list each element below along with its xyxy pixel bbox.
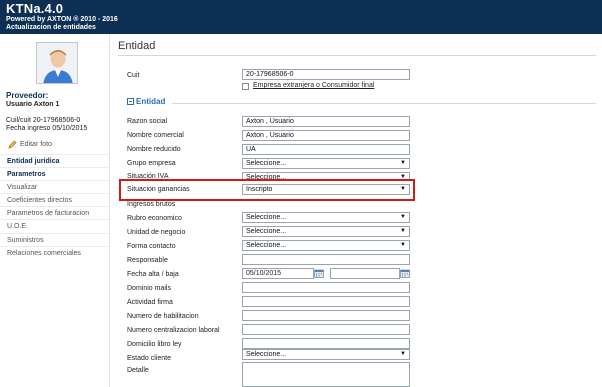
estado-cliente-select[interactable]: Seleccione...: [242, 349, 410, 360]
sidebar-item-suministros[interactable]: Suministros: [0, 232, 109, 246]
extranjera-checkbox[interactable]: [242, 83, 249, 90]
top-header: KTNa.4.0 Powered by AXTON ® 2010 - 2016 …: [0, 0, 602, 34]
calendar-icon[interactable]: [400, 269, 410, 278]
responsable-input[interactable]: [242, 254, 410, 265]
numero-centralizacion-label: Numero centralizacion laboral: [127, 327, 220, 334]
situacion-ganancias-label: Situacion ganancias: [127, 186, 190, 193]
calendar-icon[interactable]: [314, 269, 324, 278]
nombre-reducido-label: Nombre reducido: [127, 146, 181, 153]
dominio-mails-label: Dominio mails: [127, 285, 171, 292]
page-subtitle: Actualizacion de entidades: [6, 24, 96, 31]
pencil-icon: [8, 140, 17, 149]
provider-user-name: Usuario Axton 1: [6, 101, 60, 108]
title-divider: [118, 55, 596, 56]
fecha-baja-input[interactable]: [330, 268, 400, 279]
provider-label: Proveedor:: [6, 91, 49, 100]
sidebar-item-entidad-juridica[interactable]: Entidad juridica: [0, 154, 109, 167]
fecha-alta-input[interactable]: 05/10/2015: [242, 268, 314, 279]
sidebar-nav: Entidad juridica Parametros Visualizar C…: [0, 154, 109, 259]
provider-fecha-ingreso: Fecha ingreso 05/10/2015: [6, 125, 88, 132]
nombre-comercial-input[interactable]: Axton , Usuario: [242, 130, 410, 141]
section-title: Entidad: [136, 97, 166, 106]
estado-cliente-label: Estado cliente: [127, 355, 171, 362]
domicilio-libro-ley-input[interactable]: [242, 338, 410, 349]
sidebar-item-uoe[interactable]: U.O.E.: [0, 219, 109, 232]
sidebar-item-coeficientes-directos[interactable]: Coeficientes directos: [0, 193, 109, 206]
forma-contacto-select[interactable]: Seleccione...: [242, 240, 410, 251]
extranjera-checkbox-label[interactable]: Empresa extranjera o Consumidor final: [253, 82, 374, 89]
detalle-textarea[interactable]: [242, 362, 410, 387]
actividad-firma-input[interactable]: [242, 296, 410, 307]
responsable-label: Responsable: [127, 257, 168, 264]
provider-cuit: Cuil/cuit 20-17968506-0: [6, 117, 81, 124]
razon-social-label: Razon social: [127, 118, 168, 125]
app-subtitle-block: Powered by AXTON ® 2010 - 2016 Actualiza…: [6, 16, 118, 32]
situacion-iva-select[interactable]: Seleccione...: [242, 172, 410, 179]
grupo-empresa-label: Grupo empresa: [127, 160, 176, 167]
sidebar-item-relaciones-comerciales[interactable]: Relaciones comerciales: [0, 245, 109, 259]
rubro-economico-select[interactable]: Seleccione...: [242, 212, 410, 223]
situacion-ganancias-select[interactable]: Inscripto: [242, 184, 410, 195]
razon-social-input[interactable]: Axton , Usuario: [242, 116, 410, 127]
ingresos-brutos-label: Ingresos brutos: [127, 201, 176, 208]
numero-habilitacion-label: Numero de habilitacion: [127, 313, 199, 320]
user-avatar-icon: [37, 43, 77, 83]
rubro-economico-label: Rubro economico: [127, 215, 182, 222]
collapse-icon: [127, 98, 134, 105]
forma-contacto-label: Forma contacto: [127, 243, 176, 250]
edit-photo-link[interactable]: Editar foto: [8, 140, 52, 149]
unidad-negocio-label: Unidad de negocio: [127, 229, 186, 236]
unidad-negocio-select[interactable]: Seleccione...: [242, 226, 410, 237]
app-title: KTNa.4.0: [6, 1, 64, 16]
actividad-firma-label: Actividad firma: [127, 299, 173, 306]
sidebar-item-parametros[interactable]: Parametros: [0, 167, 109, 180]
cuit-input[interactable]: 20-17968506-0: [242, 69, 410, 80]
section-divider: [172, 103, 596, 104]
page-title: Entidad: [118, 40, 156, 52]
domicilio-libro-ley-label: Domicilio libro ley: [127, 341, 182, 348]
detalle-label: Detalle: [127, 367, 149, 374]
sidebar-item-visualizar[interactable]: Visualizar: [0, 180, 109, 193]
grupo-empresa-select[interactable]: Seleccione...: [242, 158, 410, 169]
sidebar: Proveedor: Usuario Axton 1 Cuil/cuit 20-…: [0, 34, 110, 387]
avatar: [36, 42, 78, 84]
fecha-alta-baja-label: Fecha alta / baja: [127, 271, 179, 278]
sidebar-item-parametros-facturacion[interactable]: Parametros de facturacion: [0, 206, 109, 219]
nombre-reducido-input[interactable]: UA: [242, 144, 410, 155]
cuit-label: Cuit: [127, 72, 140, 79]
edit-photo-label: Editar foto: [20, 141, 52, 148]
nombre-comercial-label: Nombre comercial: [127, 132, 184, 139]
powered-by-text: Powered by AXTON ® 2010 - 2016: [6, 16, 118, 23]
numero-habilitacion-input[interactable]: [242, 310, 410, 321]
section-toggle-entidad[interactable]: Entidad: [127, 97, 165, 106]
numero-centralizacion-input[interactable]: [242, 324, 410, 335]
dominio-mails-input[interactable]: [242, 282, 410, 293]
